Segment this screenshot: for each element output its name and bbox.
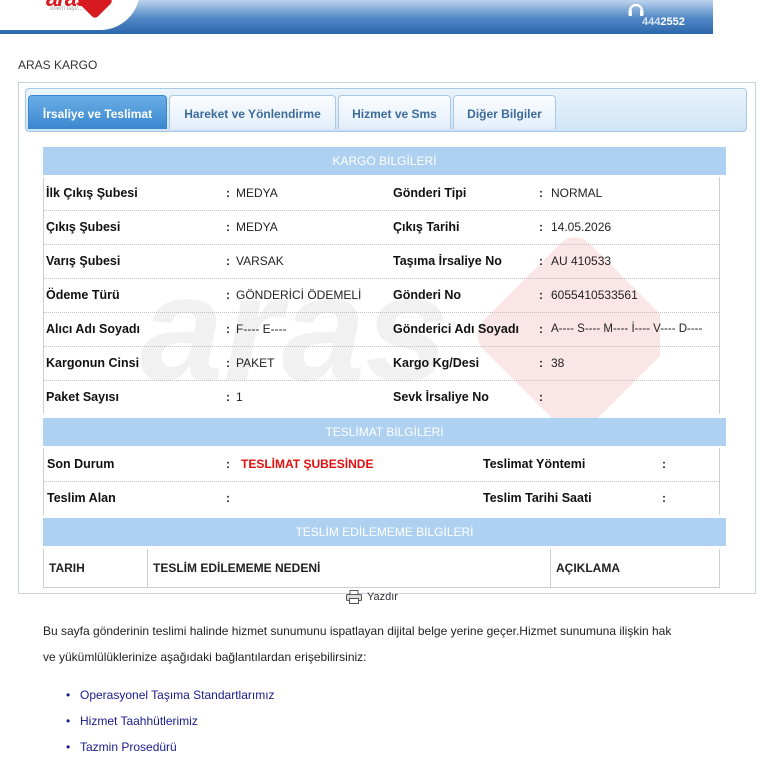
info-row: Varış Şubesi : VARSAK Taşıma İrsaliye No…	[44, 245, 719, 279]
info-row: Teslim Alan : Teslim Tarihi Saati :	[44, 482, 719, 515]
info-label: Kargo Kg/Desi	[393, 356, 480, 370]
info-label: Varış Şubesi	[46, 254, 121, 268]
kargo-info-grid: İlk Çıkış Şubesi : MEDYA Gönderi Tipi : …	[43, 177, 720, 414]
info-row: Paket Sayısı : 1 Sevk İrsaliye No :	[44, 381, 719, 414]
info-value: VARSAK	[236, 254, 284, 268]
info-row: İlk Çıkış Şubesi : MEDYA Gönderi Tipi : …	[44, 177, 719, 211]
list-item: Hizmet Taahhütlerimiz	[66, 708, 275, 734]
info-row: Son Durum : TESLİMAT ŞUBESİNDE Teslimat …	[44, 448, 719, 482]
teslimat-section-header: TESLİMAT BİLGİLERİ	[43, 418, 726, 446]
info-label: Alıcı Adı Soyadı	[46, 322, 141, 336]
not-delivered-table: TARIH TESLİM EDİLEMEME NEDENİ AÇIKLAMA	[43, 549, 720, 588]
info-value: A---- S---- M---- İ---- V---- D----	[551, 323, 703, 335]
info-label: Gönderi Tipi	[393, 186, 467, 200]
info-label: Gönderici Adı Soyadı	[393, 322, 519, 336]
column-header-description: AÇIKLAMA	[556, 561, 620, 575]
info-row: Çıkış Şubesi : MEDYA Çıkış Tarihi : 14.0…	[44, 211, 719, 245]
info-label: Paket Sayısı	[46, 390, 119, 404]
link-tazmin-proseduru[interactable]: Tazmin Prosedürü	[80, 740, 177, 754]
info-label: Çıkış Şubesi	[46, 220, 121, 234]
info-value: AU 410533	[551, 254, 612, 268]
info-label: Teslim Alan	[47, 491, 116, 505]
info-value: 1	[236, 390, 243, 404]
info-label: Ödeme Türü	[46, 288, 120, 302]
tab-hareket-yonlendirme[interactable]: Hareket ve Yönlendirme	[169, 95, 336, 129]
printer-icon	[346, 590, 362, 604]
info-label: Teslimat Yöntemi	[483, 457, 586, 471]
not-delivered-section-header: TESLİM EDİLEMEME BİLGİLERİ	[43, 518, 726, 546]
kargo-section-header: KARGO BİLGİLERİ	[43, 147, 726, 175]
tab-irsaliye-teslimat[interactable]: İrsaliye ve Teslimat	[28, 95, 167, 129]
tab-hizmet-sms[interactable]: Hizmet ve Sms	[338, 95, 451, 129]
info-value: GÖNDERİCİ ÖDEMELİ	[236, 288, 362, 302]
info-paragraph: Bu sayfa gönderinin teslimi halinde hizm…	[43, 624, 672, 664]
info-value: PAKET	[236, 356, 275, 370]
logo-area[interactable]: aras önem taşır...	[0, 0, 140, 30]
teslimat-info-grid: Son Durum : TESLİMAT ŞUBESİNDE Teslimat …	[43, 448, 720, 515]
print-button[interactable]: Yazdır	[346, 590, 398, 604]
info-label: İlk Çıkış Şubesi	[46, 186, 138, 200]
info-row: Ödeme Türü : GÖNDERİCİ ÖDEMELİ Gönderi N…	[44, 279, 719, 313]
info-value: F---- E----	[236, 322, 287, 336]
column-header-reason: TESLİM EDİLEMEME NEDENİ	[148, 549, 551, 587]
tab-diger-bilgiler[interactable]: Diğer Bilgiler	[453, 95, 556, 129]
header-banner: aras önem taşır... 4442552	[0, 0, 713, 34]
brand-label: ARAS KARGO	[18, 58, 98, 72]
tab-bar: İrsaliye ve Teslimat Hareket ve Yönlendi…	[25, 88, 747, 132]
status-value: TESLİMAT ŞUBESİNDE	[241, 457, 374, 471]
list-item: Operasyonel Taşıma Standartlarımız	[66, 682, 275, 708]
info-value: 6055410533561	[551, 288, 638, 302]
info-value: 38	[551, 356, 565, 370]
info-value: MEDYA	[236, 220, 278, 234]
list-item: Tazmin Prosedürü	[66, 734, 275, 760]
logo-tagline: önem taşır...	[50, 6, 84, 12]
link-hizmet-taahhutleri[interactable]: Hizmet Taahhütlerimiz	[80, 714, 198, 728]
info-row: Kargonun Cinsi : PAKET Kargo Kg/Desi : 3…	[44, 347, 719, 381]
phone-number: 4442552	[642, 16, 685, 28]
info-label: Taşıma İrsaliye No	[393, 254, 502, 268]
info-value: 14.05.2026	[551, 220, 612, 234]
column-header-date: TARIH	[44, 549, 148, 587]
info-label: Gönderi No	[393, 288, 462, 302]
info-label: Sevk İrsaliye No	[393, 390, 489, 404]
info-label: Çıkış Tarihi	[393, 220, 460, 234]
info-value: NORMAL	[551, 186, 603, 200]
policy-links-list: Operasyonel Taşıma Standartlarımız Hizme…	[66, 682, 275, 760]
info-label: Kargonun Cinsi	[46, 356, 140, 370]
info-value: MEDYA	[236, 186, 278, 200]
info-label: Son Durum	[47, 457, 115, 471]
info-row: Alıcı Adı Soyadı : F---- E---- Gönderici…	[44, 313, 719, 347]
info-label: Teslim Tarihi Saati	[483, 491, 592, 505]
link-operasyonel-standartlar[interactable]: Operasyonel Taşıma Standartlarımız	[80, 688, 275, 702]
print-label: Yazdır	[367, 591, 398, 603]
